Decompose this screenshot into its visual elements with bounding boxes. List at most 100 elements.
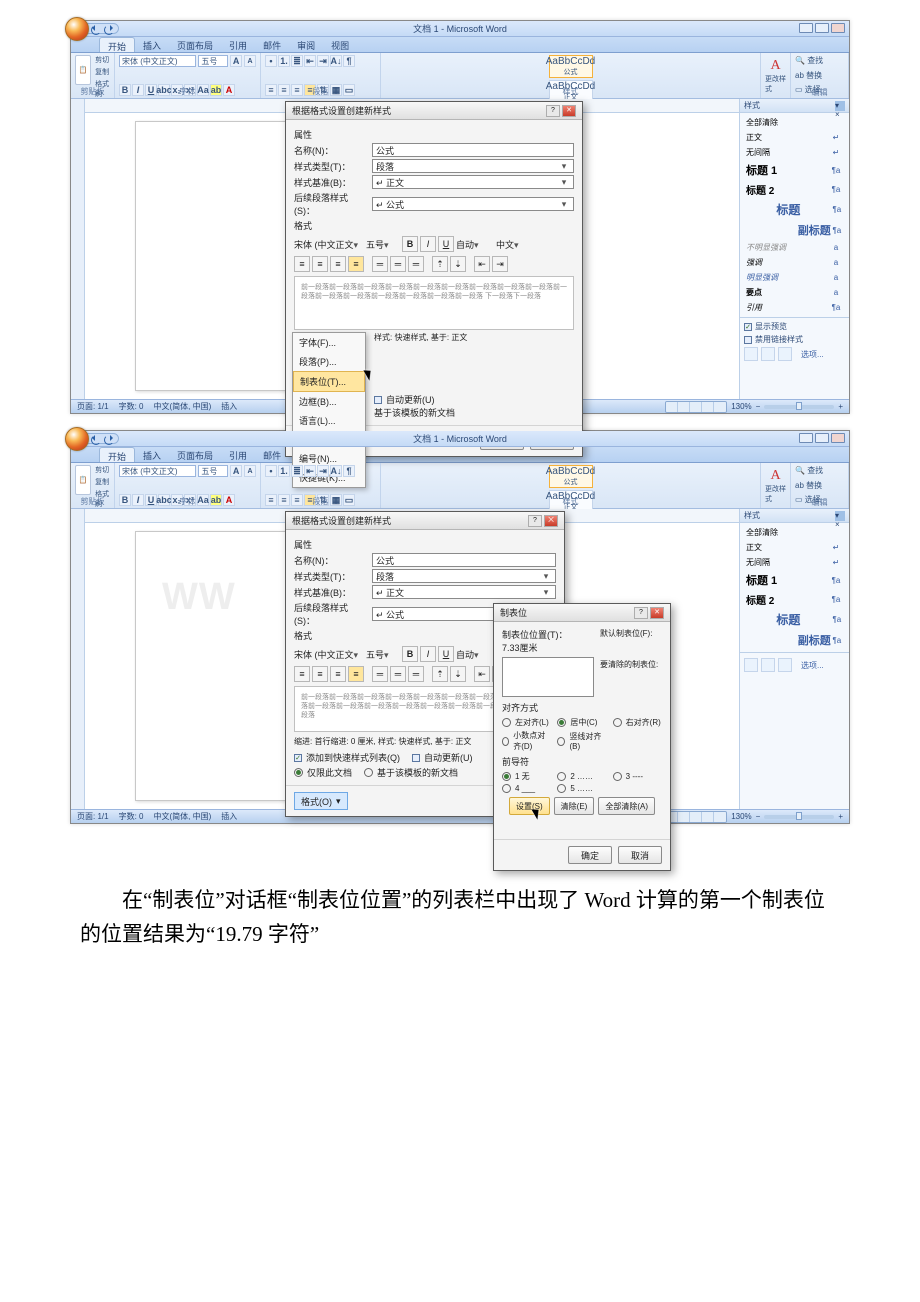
tab-cancel-button[interactable]: 取消 <box>618 846 662 864</box>
dlg-lang-combo[interactable]: 中文▾ <box>496 238 534 251</box>
cut-button[interactable]: 剪切 <box>95 55 110 65</box>
show-preview-check[interactable]: ✓ <box>744 323 752 331</box>
dialog-help-button[interactable]: ? <box>528 515 542 527</box>
dlg-dec-indent[interactable]: ⇤ <box>474 256 490 272</box>
leader-2-radio[interactable] <box>557 772 566 781</box>
leader-5-radio[interactable] <box>557 784 566 793</box>
tab-pos-input[interactable]: 7.33厘米 <box>502 641 594 655</box>
dlg-inc-para-space[interactable]: ⇡ <box>432 256 448 272</box>
name-input[interactable]: 公式 <box>372 143 574 157</box>
status-insert[interactable]: 插入 <box>221 401 237 412</box>
tab-default-input[interactable] <box>600 639 662 653</box>
dlg-size-combo[interactable]: 五号▾ <box>366 238 400 251</box>
zoom-level[interactable]: 130% <box>731 402 751 411</box>
style-item-quote[interactable]: 引用¶a <box>744 300 845 315</box>
tab-home[interactable]: 开始 <box>99 37 135 52</box>
styles-pane-close-icon[interactable]: ▾ × <box>835 101 845 111</box>
disable-linked-check[interactable] <box>744 336 752 344</box>
align-bar-radio[interactable] <box>557 737 565 746</box>
dlg-font-combo[interactable]: 宋体 (中文正文▾ <box>294 238 364 251</box>
bullets-button[interactable]: • <box>265 55 277 67</box>
office-button[interactable] <box>65 17 89 41</box>
inc-indent-button[interactable]: ⇥ <box>317 55 329 67</box>
style-item-all[interactable]: 全部清除 <box>744 115 845 130</box>
auto-update-check[interactable] <box>412 754 420 762</box>
dlg-double-space[interactable]: ═ <box>408 256 424 272</box>
tab-layout[interactable]: 页面布局 <box>169 37 221 52</box>
leader-4-radio[interactable] <box>502 784 511 793</box>
font-size-combo[interactable]: 五号 <box>198 465 228 477</box>
maximize-button[interactable] <box>815 23 829 33</box>
dlg-align-right[interactable]: ≡ <box>330 256 346 272</box>
status-lang[interactable]: 中文(简体, 中国) <box>153 401 211 412</box>
font-family-combo[interactable]: 宋体 (中文正文) <box>119 55 196 67</box>
style-inspector-icon[interactable] <box>761 347 775 361</box>
menu-border[interactable]: 边框(B)... <box>293 392 365 411</box>
dlg-bold-button[interactable]: B <box>402 236 418 252</box>
sort-button[interactable]: A↓ <box>330 55 342 67</box>
styles-pane-close-icon[interactable]: ▾ × <box>835 511 845 521</box>
style-item-title[interactable]: 标题¶a <box>744 199 845 220</box>
type-combo[interactable]: 段落▾ <box>372 159 574 173</box>
dlg-italic-button[interactable]: I <box>420 236 436 252</box>
dialog-help-button[interactable]: ? <box>546 105 560 117</box>
copy-button[interactable]: 复制 <box>95 67 110 77</box>
tab-layout[interactable]: 页面布局 <box>169 447 221 462</box>
undo-icon[interactable] <box>91 435 101 443</box>
dialog-close-button[interactable]: ✕ <box>562 105 576 117</box>
dlg-justify[interactable]: ≡ <box>348 256 364 272</box>
new-style-icon[interactable] <box>744 347 758 361</box>
maximize-button[interactable] <box>815 433 829 443</box>
show-marks-button[interactable]: ¶ <box>343 55 355 67</box>
style-item-subtitle[interactable]: 副标题¶a <box>744 220 845 240</box>
replace-button[interactable]: ab 替换 <box>795 70 844 82</box>
paste-button[interactable]: 📋 <box>75 55 91 85</box>
tab-pos-list[interactable] <box>502 657 594 697</box>
font-size-combo[interactable]: 五号 <box>198 55 228 67</box>
dlg-inc-indent[interactable]: ⇥ <box>492 256 508 272</box>
view-buttons[interactable] <box>665 401 727 413</box>
dlg-single-space[interactable]: ═ <box>372 256 388 272</box>
tab-ok-button[interactable]: 确定 <box>568 846 612 864</box>
menu-font[interactable]: 字体(F)... <box>293 333 365 352</box>
radio-template[interactable]: 基于该模板的新文档 <box>374 406 455 419</box>
tab-view[interactable]: 视图 <box>323 37 357 52</box>
radio-this-doc[interactable] <box>294 768 303 777</box>
style-item-intense[interactable]: 明显强调a <box>744 270 845 285</box>
manage-styles-icon[interactable] <box>778 347 792 361</box>
style-item-nospace[interactable]: 无间隔↵ <box>744 145 845 160</box>
dialog-close-button[interactable]: ✕ <box>650 607 664 619</box>
font-family-combo[interactable]: 宋体 (中文正文) <box>119 465 196 477</box>
tab-home[interactable]: 开始 <box>99 447 135 462</box>
tab-clear-button[interactable]: 清除(E) <box>554 797 595 815</box>
align-right-radio[interactable] <box>613 718 622 727</box>
close-window-button[interactable] <box>831 23 845 33</box>
leader-1-radio[interactable] <box>502 772 511 781</box>
redo-icon[interactable] <box>104 25 114 33</box>
type-combo[interactable]: 段落▾ <box>372 569 556 583</box>
minimize-button[interactable] <box>799 433 813 443</box>
undo-icon[interactable] <box>91 25 101 33</box>
style-options-link[interactable]: 选项... <box>801 349 824 360</box>
dlg-align-center[interactable]: ≡ <box>312 256 328 272</box>
tab-ref[interactable]: 引用 <box>221 447 255 462</box>
auto-update-check[interactable] <box>374 396 382 404</box>
style-gongshi[interactable]: AaBbCcDd公式 <box>549 55 593 78</box>
minimize-button[interactable] <box>799 23 813 33</box>
grow-font-button[interactable]: A <box>230 55 242 67</box>
radio-template[interactable] <box>364 768 373 777</box>
shrink-font-button[interactable]: A <box>244 55 256 67</box>
style-item-strong[interactable]: 要点a <box>744 285 845 300</box>
multilevel-button[interactable]: ≣ <box>291 55 303 67</box>
add-quick-check[interactable]: ✓ <box>294 754 302 762</box>
paste-button[interactable]: 📋 <box>75 465 91 495</box>
tab-clearall-button[interactable]: 全部清除(A) <box>598 797 655 815</box>
name-input[interactable]: 公式 <box>372 553 556 567</box>
dialog-help-button[interactable]: ? <box>634 607 648 619</box>
dlg-auto-color[interactable]: 自动▾ <box>456 238 494 251</box>
redo-icon[interactable] <box>104 435 114 443</box>
style-item-emphasis[interactable]: 强调a <box>744 255 845 270</box>
leader-3-radio[interactable] <box>613 772 622 781</box>
tab-ref[interactable]: 引用 <box>221 37 255 52</box>
based-combo[interactable]: ↵ 正文▾ <box>372 585 556 599</box>
